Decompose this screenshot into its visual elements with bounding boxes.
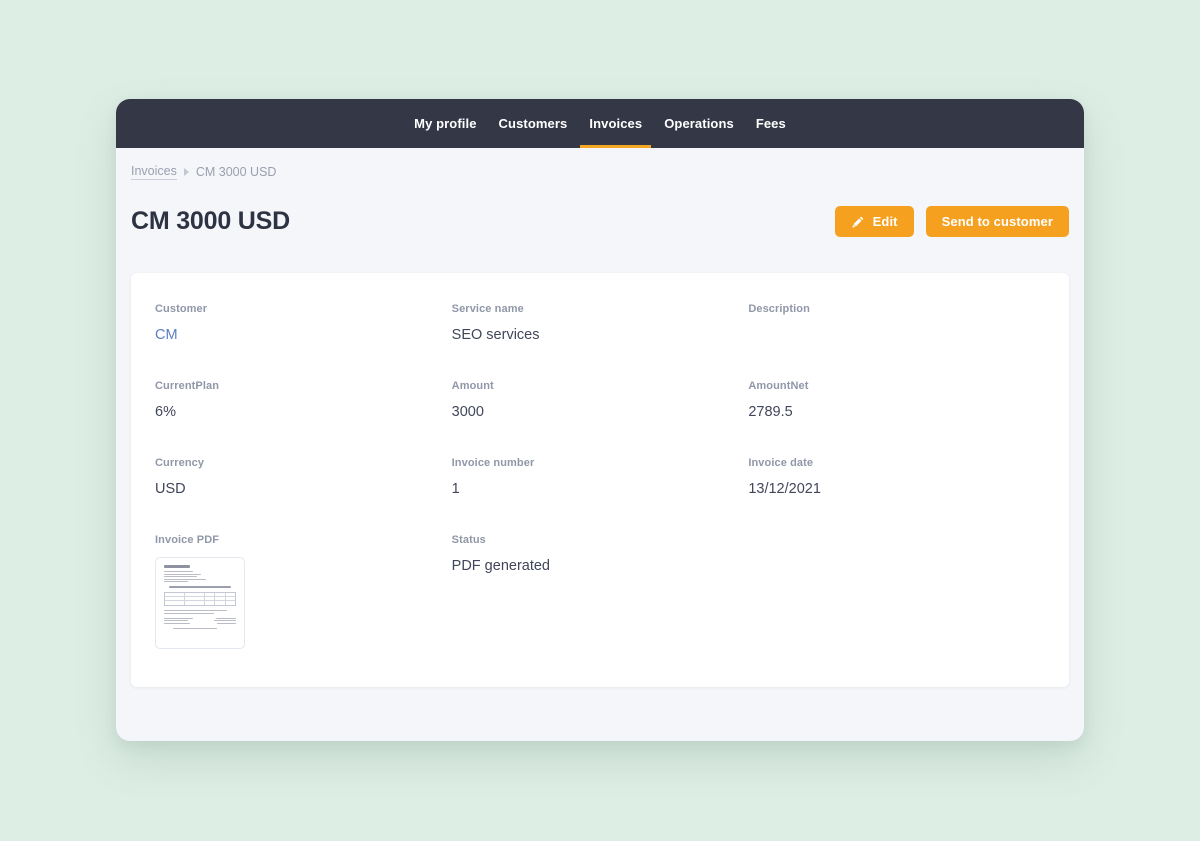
invoice-field-grid: Customer CM Service name SEO services De…	[155, 303, 1045, 649]
field-value-invoice-date: 13/12/2021	[748, 481, 821, 497]
field-value-service-name: SEO services	[451, 327, 540, 343]
nav-item-invoices[interactable]: Invoices	[578, 99, 653, 148]
page-header: CM 3000 USD Edit Send to customer	[131, 180, 1069, 237]
invoice-pdf-thumbnail[interactable]	[155, 557, 245, 649]
field-invoice-date: Invoice date 13/12/2021	[748, 457, 1045, 534]
field-value-current-plan: 6%	[155, 404, 176, 420]
breadcrumb-current: CM 3000 USD	[195, 165, 277, 179]
send-button-label: Send to customer	[941, 214, 1053, 229]
field-value-amount-net: 2789.5	[748, 404, 793, 420]
field-invoice-pdf: Invoice PDF	[155, 534, 452, 649]
field-customer: Customer CM	[155, 303, 452, 380]
field-value-description	[748, 326, 1045, 344]
pencil-icon	[851, 215, 865, 229]
field-label: Invoice date	[748, 457, 814, 469]
page-title: CM 3000 USD	[131, 207, 290, 235]
field-empty-spacer	[748, 534, 1045, 649]
edit-button[interactable]: Edit	[834, 206, 914, 237]
nav-item-customers[interactable]: Customers	[488, 99, 579, 148]
field-value-amount: 3000	[451, 404, 484, 420]
field-label: Amount	[451, 380, 494, 392]
field-amount-net: AmountNet 2789.5	[748, 380, 1045, 457]
nav-item-label: Operations	[664, 116, 734, 131]
field-current-plan: CurrentPlan 6%	[155, 380, 452, 457]
field-status: Status PDF generated	[452, 534, 749, 649]
field-label: Invoice number	[451, 457, 535, 469]
send-to-customer-button[interactable]: Send to customer	[925, 206, 1069, 237]
app-window: My profile Customers Invoices Operations…	[116, 99, 1084, 741]
nav-item-label: Customers	[498, 116, 568, 131]
field-label: Invoice PDF	[155, 534, 220, 546]
invoice-detail-card: Customer CM Service name SEO services De…	[131, 273, 1069, 687]
page-actions: Edit Send to customer	[834, 206, 1069, 237]
breadcrumb-link-invoices[interactable]: Invoices	[131, 164, 177, 180]
field-label: Description	[748, 303, 810, 315]
field-value-currency: USD	[155, 481, 186, 497]
field-amount: Amount 3000	[452, 380, 749, 457]
nav-item-label: My profile	[414, 116, 477, 131]
chevron-right-icon	[183, 168, 189, 176]
page-body: Invoices CM 3000 USD CM 3000 USD Edit Se…	[116, 148, 1084, 741]
field-label: Service name	[451, 303, 524, 315]
field-label: AmountNet	[748, 380, 809, 392]
field-label: Currency	[155, 457, 205, 469]
field-value-invoice-number: 1	[451, 481, 460, 497]
nav-items: My profile Customers Invoices Operations…	[403, 99, 797, 148]
field-currency: Currency USD	[155, 457, 452, 534]
field-service-name: Service name SEO services	[452, 303, 749, 380]
field-value-customer[interactable]: CM	[155, 326, 452, 344]
field-description: Description	[748, 303, 1045, 380]
field-label: Customer	[155, 303, 208, 315]
field-label: Status	[451, 534, 486, 546]
field-label: CurrentPlan	[155, 380, 220, 392]
nav-item-fees[interactable]: Fees	[745, 99, 797, 148]
main-navigation: My profile Customers Invoices Operations…	[116, 99, 1084, 148]
document-preview-icon	[164, 565, 236, 629]
breadcrumb: Invoices CM 3000 USD	[131, 148, 1069, 180]
nav-item-label: Fees	[755, 116, 786, 131]
nav-item-operations[interactable]: Operations	[653, 99, 745, 148]
field-invoice-number: Invoice number 1	[452, 457, 749, 534]
status-badge: PDF generated	[451, 558, 550, 574]
nav-item-label: Invoices	[589, 116, 643, 131]
edit-button-label: Edit	[872, 214, 898, 229]
nav-item-my-profile[interactable]: My profile	[403, 99, 487, 148]
